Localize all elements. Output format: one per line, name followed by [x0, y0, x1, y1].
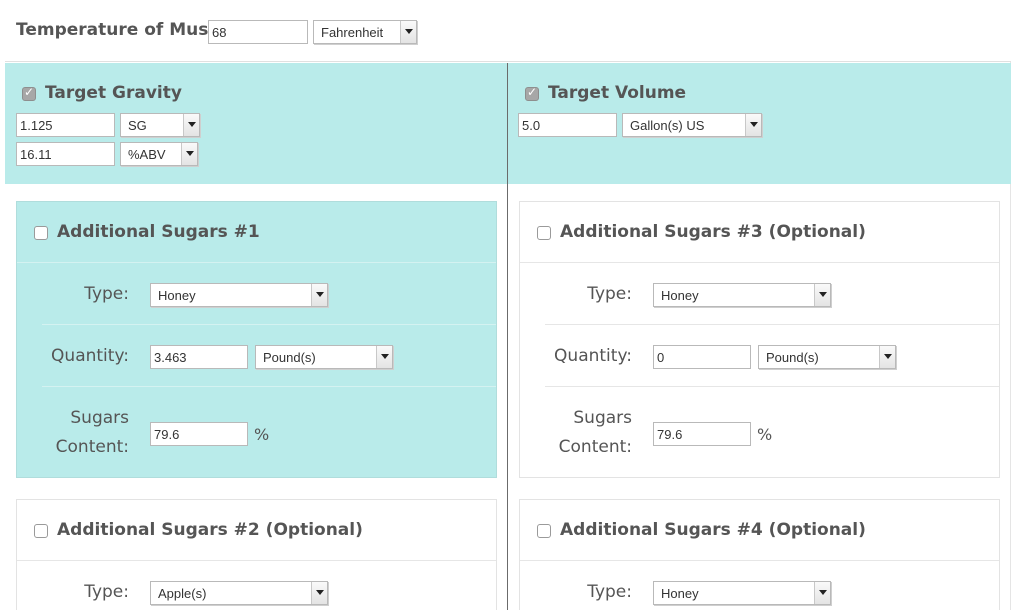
temperature-unit-value: Fahrenheit	[321, 25, 384, 40]
chevron-down-icon	[181, 143, 197, 165]
sugars-2-checkbox[interactable]	[34, 524, 48, 538]
gravity-unit-value: SG	[128, 118, 147, 133]
sugars-1-checkbox[interactable]	[34, 226, 48, 240]
target-gravity-label: Target Gravity	[45, 83, 182, 103]
target-volume-input[interactable]: 5.0	[518, 113, 617, 137]
divider	[520, 262, 999, 263]
temperature-label: Temperature of Must	[16, 20, 217, 40]
sugars-card-3: Additional Sugars #3 (Optional) Type: Ho…	[519, 201, 1000, 478]
target-gravity-input[interactable]: 1.125	[16, 113, 115, 137]
type-label: Type:	[587, 582, 632, 602]
sugars-3-type-select[interactable]: Honey	[653, 283, 831, 307]
sugars-card-4: Additional Sugars #4 (Optional) Type: Ho…	[519, 499, 1000, 610]
sugars-2-title: Additional Sugars #2 (Optional)	[57, 520, 363, 540]
quantity-label: Quantity:	[554, 346, 632, 366]
sugars-1-type-select[interactable]: Honey	[150, 283, 328, 307]
divider	[545, 386, 999, 387]
percent-sign: %	[254, 425, 270, 444]
chevron-down-icon	[311, 284, 327, 306]
sugars-2-type-value: Apple(s)	[158, 586, 207, 601]
chevron-down-icon	[183, 114, 199, 136]
content-label: Content:	[55, 437, 129, 457]
temperature-row: Temperature of Must 68 Fahrenheit	[5, 0, 1011, 62]
abv-unit-select[interactable]: %ABV	[120, 142, 198, 166]
volume-unit-select[interactable]: Gallon(s) US	[622, 113, 762, 137]
chevron-down-icon	[745, 114, 761, 136]
sugars-1-type-value: Honey	[158, 288, 196, 303]
chevron-down-icon	[879, 346, 895, 368]
gravity-unit-select[interactable]: SG	[120, 113, 200, 137]
sugars-3-title: Additional Sugars #3 (Optional)	[560, 222, 866, 242]
sugars-3-checkbox[interactable]	[537, 226, 551, 240]
divider	[520, 560, 999, 561]
divider	[545, 324, 999, 325]
sugars-4-checkbox[interactable]	[537, 524, 551, 538]
volume-unit-value: Gallon(s) US	[630, 118, 705, 133]
chevron-down-icon	[814, 582, 830, 604]
chevron-down-icon	[376, 346, 392, 368]
sugars-3-quantity-input[interactable]: 0	[653, 345, 751, 369]
divider	[42, 324, 496, 325]
temperature-input[interactable]: 68	[208, 20, 308, 44]
target-volume-checkbox[interactable]	[525, 85, 539, 101]
divider	[17, 560, 496, 561]
temperature-unit-select[interactable]: Fahrenheit	[313, 20, 417, 44]
sugars-3-type-value: Honey	[661, 288, 699, 303]
abv-unit-value: %ABV	[128, 147, 166, 162]
sugars-3-quantity-unit-select[interactable]: Pound(s)	[758, 345, 896, 369]
sugars-4-title: Additional Sugars #4 (Optional)	[560, 520, 866, 540]
type-label: Type:	[84, 582, 129, 602]
chevron-down-icon	[311, 582, 327, 604]
sugars-2-type-select[interactable]: Apple(s)	[150, 581, 328, 605]
target-gravity-checkbox[interactable]	[22, 85, 36, 101]
sugars-1-quantity-input[interactable]: 3.463	[150, 345, 248, 369]
sugars-card-1: Additional Sugars #1 Type: Honey Quantit…	[16, 201, 497, 478]
percent-sign: %	[757, 425, 773, 444]
type-label: Type:	[84, 284, 129, 304]
sugars-1-title: Additional Sugars #1	[57, 222, 260, 242]
sugars-label: Sugars	[70, 408, 129, 428]
sugars-4-type-value: Honey	[661, 586, 699, 601]
sugars-card-2: Additional Sugars #2 (Optional) Type: Ap…	[16, 499, 497, 610]
target-abv-input[interactable]: 16.11	[16, 142, 115, 166]
calculator-form: Temperature of Must 68 Fahrenheit Target…	[5, 0, 1011, 610]
quantity-label: Quantity:	[51, 346, 129, 366]
column-divider	[507, 63, 508, 610]
sugars-label: Sugars	[573, 408, 632, 428]
sugars-3-quantity-unit-value: Pound(s)	[766, 350, 819, 365]
sugars-1-quantity-unit-value: Pound(s)	[263, 350, 316, 365]
target-volume-label: Target Volume	[548, 83, 687, 103]
sugars-3-content-input[interactable]: 79.6	[653, 422, 751, 446]
chevron-down-icon	[400, 21, 416, 43]
chevron-down-icon	[814, 284, 830, 306]
divider	[42, 386, 496, 387]
sugars-1-content-input[interactable]: 79.6	[150, 422, 248, 446]
sugars-1-quantity-unit-select[interactable]: Pound(s)	[255, 345, 393, 369]
sugars-4-type-select[interactable]: Honey	[653, 581, 831, 605]
divider	[17, 262, 496, 263]
content-label: Content:	[558, 437, 632, 457]
type-label: Type:	[587, 284, 632, 304]
